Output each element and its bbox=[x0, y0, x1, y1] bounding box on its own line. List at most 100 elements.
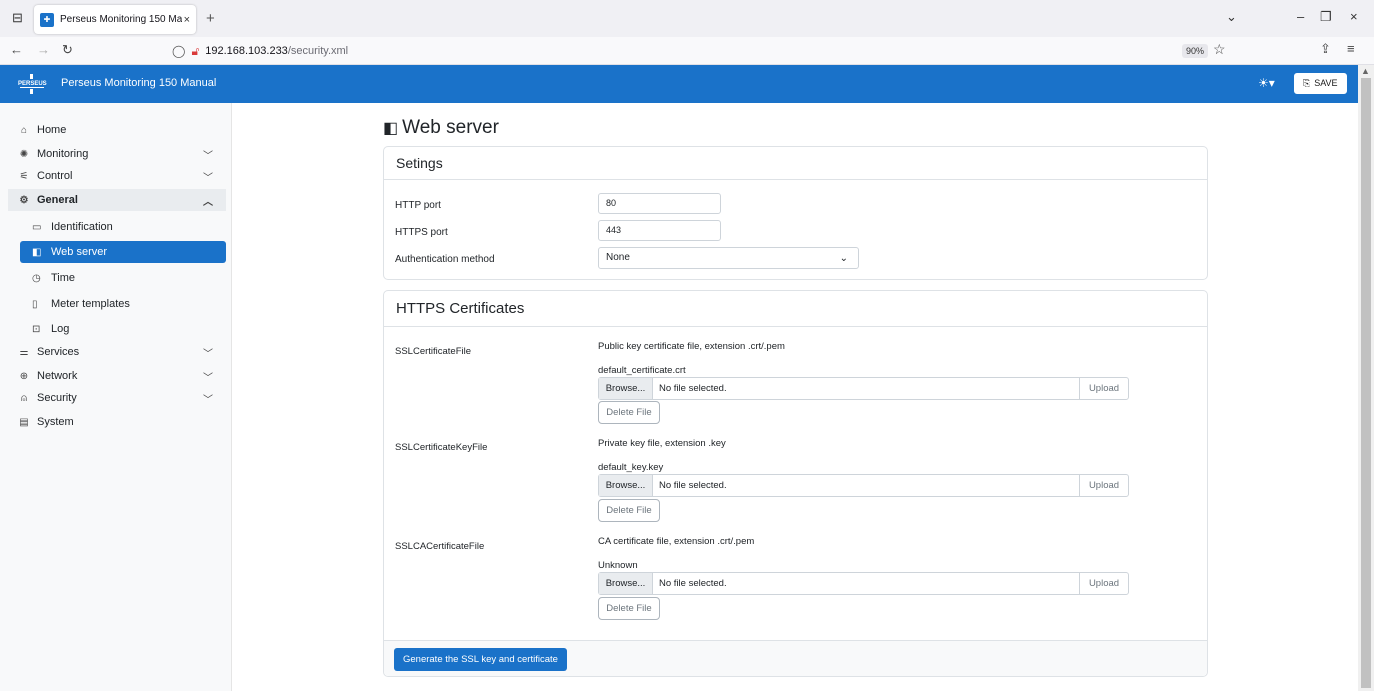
file-icon: ▯ bbox=[32, 298, 38, 310]
browser-tab-bar: ⊟ ✚ Perseus Monitoring 150 Manual × + ⌄ … bbox=[0, 0, 1374, 37]
log-icon: ⊡ bbox=[32, 323, 41, 335]
ssl-certificate-key-file-label: SSLCertificateKeyFile bbox=[395, 442, 488, 453]
delete-file-button[interactable]: Delete File bbox=[598, 401, 660, 424]
upload-button[interactable]: Upload bbox=[1079, 378, 1128, 399]
https-port-label: HTTPS port bbox=[395, 227, 448, 238]
save-icon: ⎘ bbox=[1303, 78, 1311, 88]
upload-button[interactable]: Upload bbox=[1079, 475, 1128, 496]
zoom-level[interactable]: 90% bbox=[1182, 44, 1209, 58]
sidebar-item-label: Time bbox=[51, 272, 76, 284]
chevron-down-icon: ﹀ bbox=[203, 395, 213, 406]
sidebar-item-identification[interactable]: ▭ Identification bbox=[20, 216, 226, 238]
chevron-down-icon: ﹀ bbox=[203, 151, 213, 162]
menu-icon[interactable]: ≡ bbox=[1347, 41, 1355, 56]
control-icon: ⚟ bbox=[19, 170, 29, 182]
browse-button[interactable]: Browse... bbox=[599, 573, 653, 594]
scroll-thumb[interactable] bbox=[1361, 78, 1371, 688]
browse-button[interactable]: Browse... bbox=[599, 475, 653, 496]
current-file-name: default_certificate.crt bbox=[598, 365, 686, 376]
page-title-text: Web server bbox=[402, 117, 499, 138]
cert-description: Public key certificate file, extension .… bbox=[598, 341, 785, 352]
ssl-certificate-file-label: SSLCertificateFile bbox=[395, 346, 472, 357]
bookmark-star-icon[interactable]: ☆ bbox=[1213, 41, 1226, 58]
app-title: Perseus Monitoring 150 Manual bbox=[61, 77, 217, 89]
sidebar-item-services[interactable]: ⚌ Services ﹀ bbox=[8, 341, 226, 363]
sidebar-item-label: System bbox=[37, 416, 74, 428]
auth-method-select[interactable]: None ⌄ bbox=[598, 247, 859, 269]
close-icon[interactable]: × bbox=[184, 14, 190, 26]
window-close-icon[interactable]: × bbox=[1350, 9, 1358, 24]
sidebar-item-label: Meter templates bbox=[51, 298, 130, 310]
url-path: /security.xml bbox=[287, 45, 349, 57]
sidebar-item-time[interactable]: ◷ Time bbox=[20, 267, 226, 289]
sidebar-item-label: Log bbox=[51, 323, 70, 335]
globe-icon: ⊕ bbox=[19, 370, 29, 382]
sidebar-item-general[interactable]: ⚙ General ︿ bbox=[8, 189, 226, 211]
chevron-down-icon[interactable]: ⌄ bbox=[1226, 9, 1237, 25]
new-tab-icon[interactable]: + bbox=[206, 10, 215, 27]
generate-ssl-button[interactable]: Generate the SSL key and certificate bbox=[394, 648, 567, 671]
cert-description: CA certificate file, extension .crt/.pem bbox=[598, 536, 755, 547]
settings-card-title: Setings bbox=[384, 147, 1207, 180]
tab-list-icon[interactable]: ⊟ bbox=[12, 11, 26, 25]
sidebar-item-log[interactable]: ⊡ Log bbox=[20, 318, 226, 340]
sidebar-item-security[interactable]: ⍝ Security ﹀ bbox=[8, 387, 226, 409]
sidebar-item-label: Security bbox=[37, 392, 77, 404]
theme-toggle-icon[interactable]: ☀▾ bbox=[1258, 76, 1275, 90]
delete-file-button[interactable]: Delete File bbox=[598, 597, 660, 620]
file-input-group: Browse... No file selected. Upload bbox=[598, 572, 1129, 595]
https-port-input[interactable]: 443 bbox=[598, 220, 721, 241]
reload-icon[interactable]: ↻ bbox=[62, 42, 73, 58]
sidebar-item-network[interactable]: ⊕ Network ﹀ bbox=[8, 365, 226, 387]
browser-nav-bar: ← → ↻ ◯ 🔓︎ 192.168.103.233 /security.xml… bbox=[0, 37, 1374, 65]
shield-icon[interactable]: ◯ bbox=[172, 44, 185, 58]
extensions-icon[interactable]: ⇪ bbox=[1320, 41, 1331, 57]
auth-method-label: Authentication method bbox=[395, 254, 495, 265]
sidebar-item-label: Web server bbox=[51, 246, 108, 258]
scroll-up-icon[interactable]: ▲ bbox=[1361, 66, 1370, 76]
url-host: 192.168.103.233 bbox=[205, 45, 288, 57]
sidebar-item-web-server[interactable]: ◧ Web server bbox=[20, 241, 226, 263]
url-bar[interactable]: ◯ 🔓︎ 192.168.103.233 /security.xml bbox=[150, 40, 1240, 62]
tab-title: Perseus Monitoring 150 Manual bbox=[60, 14, 182, 25]
web-server-icon: ◧ bbox=[32, 246, 42, 258]
save-button[interactable]: ⎘ SAVE bbox=[1294, 73, 1347, 94]
app-header: PERSEUS Perseus Monitoring 150 Manual ☀▾… bbox=[0, 65, 1358, 103]
page-scrollbar[interactable]: ▲ bbox=[1358, 65, 1374, 691]
file-name-display[interactable]: No file selected. bbox=[653, 378, 1079, 399]
file-input-group: Browse... No file selected. Upload bbox=[598, 377, 1129, 400]
back-icon[interactable]: ← bbox=[10, 42, 23, 57]
gear-icon: ⚙ bbox=[19, 194, 29, 206]
page-title: ◧ Web server bbox=[383, 117, 499, 139]
file-name-display[interactable]: No file selected. bbox=[653, 573, 1079, 594]
browser-tab[interactable]: ✚ Perseus Monitoring 150 Manual × bbox=[34, 5, 196, 34]
services-icon: ⚌ bbox=[19, 346, 29, 358]
id-card-icon: ▭ bbox=[32, 221, 42, 233]
browse-button[interactable]: Browse... bbox=[599, 378, 653, 399]
current-file-name: Unknown bbox=[598, 560, 638, 571]
sidebar-item-system[interactable]: ▤ System bbox=[8, 411, 226, 433]
sidebar-item-label: Monitoring bbox=[37, 148, 89, 160]
upload-button[interactable]: Upload bbox=[1079, 573, 1128, 594]
system-icon: ▤ bbox=[19, 416, 29, 428]
settings-card: Setings HTTP port 80 HTTPS port 443 Auth… bbox=[383, 146, 1208, 280]
ssl-ca-certificate-file-label: SSLCACertificateFile bbox=[395, 541, 485, 552]
perseus-logo: PERSEUS bbox=[18, 73, 47, 95]
lock-icon: ⍝ bbox=[21, 392, 27, 404]
sidebar-item-monitoring[interactable]: ✺ Monitoring ﹀ bbox=[8, 143, 226, 165]
sidebar-item-home[interactable]: ⌂ Home bbox=[8, 119, 226, 141]
delete-file-button[interactable]: Delete File bbox=[598, 499, 660, 522]
minimize-icon[interactable]: – bbox=[1297, 9, 1304, 24]
http-port-input[interactable]: 80 bbox=[598, 193, 721, 214]
restore-icon[interactable]: ❐ bbox=[1320, 9, 1332, 25]
sidebar-item-meter-templates[interactable]: ▯ Meter templates bbox=[20, 293, 226, 315]
file-input-group: Browse... No file selected. Upload bbox=[598, 474, 1129, 497]
forward-icon[interactable]: → bbox=[37, 42, 50, 57]
sidebar-item-control[interactable]: ⚟ Control ﹀ bbox=[8, 165, 226, 187]
file-name-display[interactable]: No file selected. bbox=[653, 475, 1079, 496]
current-file-name: default_key.key bbox=[598, 462, 664, 473]
insecure-lock-icon[interactable]: 🔓︎ bbox=[191, 44, 199, 59]
auth-method-value: None bbox=[606, 252, 630, 263]
favicon-icon: ✚ bbox=[40, 12, 54, 27]
cert-description: Private key file, extension .key bbox=[598, 438, 726, 449]
